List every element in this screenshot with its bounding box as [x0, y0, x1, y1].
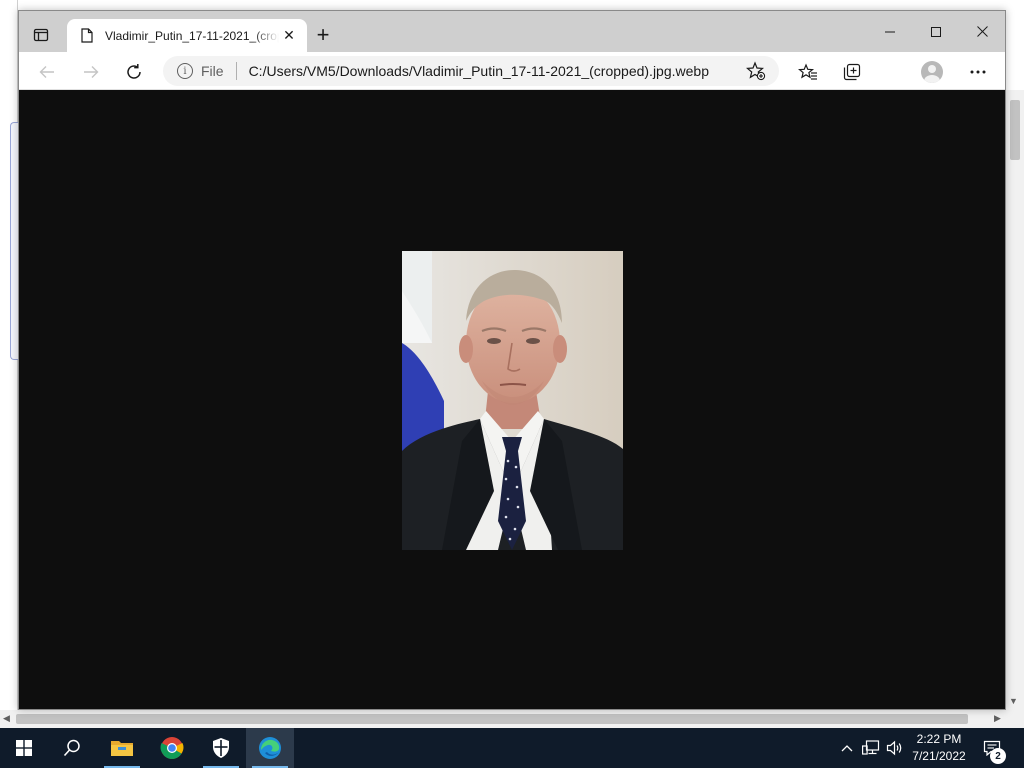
search-icon	[63, 739, 80, 757]
address-bar[interactable]: i File C:/Users/VM5/Downloads/Vladimir_P…	[163, 56, 779, 86]
document-icon	[79, 28, 95, 44]
new-tab-button[interactable]: +	[311, 22, 335, 47]
collections-icon	[843, 63, 861, 81]
browser-window: Vladimir_Putin_17-11-2021_(cropped).jpg.…	[18, 10, 1006, 710]
volume-button[interactable]	[884, 728, 906, 768]
more-options-button[interactable]	[964, 58, 992, 86]
start-icon	[16, 740, 32, 756]
file-explorer-button[interactable]	[98, 728, 146, 768]
scroll-down-arrow-icon[interactable]: ▼	[1009, 696, 1018, 706]
edge-button[interactable]	[246, 728, 294, 768]
notification-count-badge: 2	[990, 748, 1006, 764]
tab-actions-icon	[33, 28, 49, 42]
minimize-button[interactable]	[867, 11, 913, 52]
favorites-icon	[798, 63, 817, 80]
vertical-scrollbar-thumb[interactable]	[1010, 100, 1020, 160]
taskbar: 2:22 PM 7/21/2022 2	[0, 728, 1024, 768]
profile-avatar	[921, 61, 943, 83]
scheme-label: File	[201, 63, 224, 79]
portrait-image[interactable]	[402, 251, 623, 550]
browser-tab[interactable]: Vladimir_Putin_17-11-2021_(cropped).jpg.…	[67, 19, 307, 52]
close-icon	[976, 26, 988, 37]
back-button[interactable]	[33, 58, 61, 86]
collections-button[interactable]	[838, 58, 866, 86]
forward-icon	[84, 66, 99, 78]
clock-date: 7/21/2022	[912, 749, 966, 763]
refresh-icon	[127, 64, 141, 79]
clock[interactable]: 2:22 PM 7/21/2022	[906, 731, 972, 765]
network-icon	[862, 740, 880, 755]
maximize-button[interactable]	[913, 11, 959, 52]
page-content	[19, 91, 1005, 709]
info-icon[interactable]: i	[177, 63, 193, 79]
show-hidden-icons-button[interactable]	[838, 728, 856, 768]
tab-title: Vladimir_Putin_17-11-2021_(cropped).jpg.…	[105, 28, 279, 43]
back-icon	[39, 66, 54, 78]
minimize-icon	[885, 31, 895, 32]
background-window-panel	[10, 122, 18, 360]
scroll-left-arrow-icon[interactable]: ◀	[3, 713, 10, 724]
volume-icon	[886, 740, 902, 756]
refresh-button[interactable]	[120, 58, 148, 86]
background-window-edge	[0, 0, 18, 728]
forward-button[interactable]	[77, 58, 105, 86]
security-button[interactable]	[197, 728, 245, 768]
edge-icon	[259, 737, 281, 759]
scroll-right-arrow-icon[interactable]: ▶	[994, 713, 1001, 724]
window-controls	[867, 11, 1005, 52]
navigation-toolbar: i File C:/Users/VM5/Downloads/Vladimir_P…	[19, 52, 1005, 90]
more-icon	[970, 70, 986, 74]
search-button[interactable]	[48, 728, 96, 768]
chrome-icon	[160, 737, 184, 759]
url-text[interactable]: C:/Users/VM5/Downloads/Vladimir_Putin_17…	[249, 63, 745, 79]
close-window-button[interactable]	[959, 11, 1005, 52]
horizontal-scrollbar-thumb[interactable]	[16, 714, 968, 724]
tab-close-button[interactable]: ✕	[279, 26, 299, 46]
address-separator	[235, 62, 237, 80]
clock-time: 2:22 PM	[916, 732, 962, 746]
file-explorer-icon	[111, 741, 133, 756]
security-icon	[213, 738, 229, 758]
title-bar: Vladimir_Putin_17-11-2021_(cropped).jpg.…	[19, 11, 1005, 52]
tab-actions-button[interactable]	[29, 23, 53, 47]
chevron-up-icon	[841, 745, 853, 752]
chrome-button[interactable]	[148, 728, 196, 768]
maximize-icon	[931, 26, 941, 37]
profile-button[interactable]	[918, 58, 946, 86]
favorites-button[interactable]	[794, 58, 822, 86]
start-button[interactable]	[0, 728, 48, 768]
add-favorite-button[interactable]	[745, 60, 767, 82]
add-favorite-icon	[746, 61, 766, 81]
network-button[interactable]	[860, 728, 882, 768]
vertical-scrollbar[interactable]	[1006, 90, 1024, 710]
